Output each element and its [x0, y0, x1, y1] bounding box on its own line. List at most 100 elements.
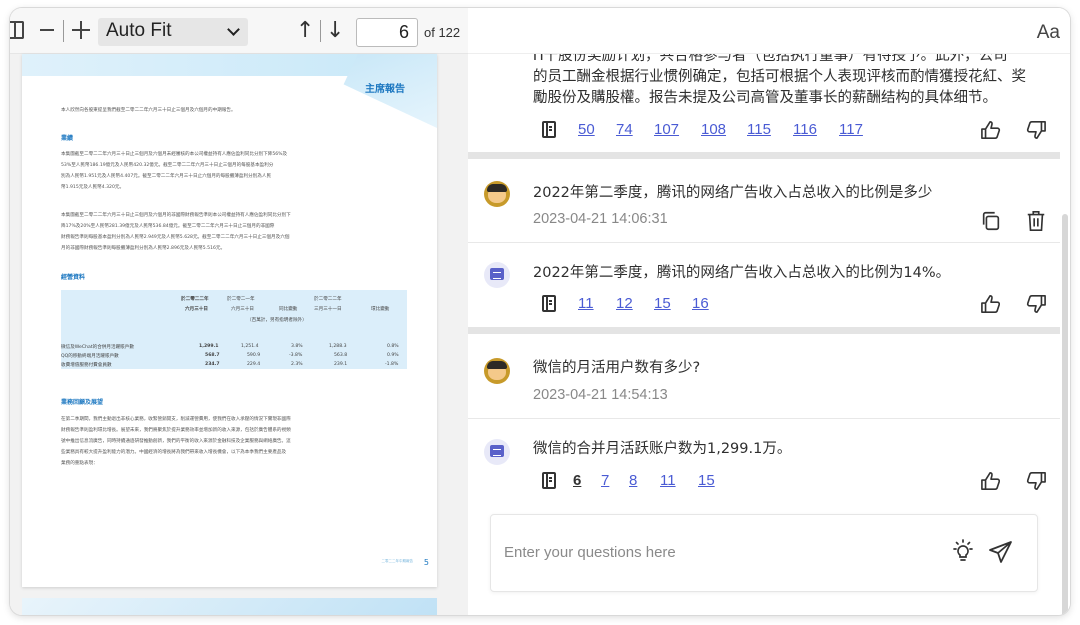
table-cell: 1,299.1 — [199, 344, 219, 349]
reference-links: 11 12 15 16 — [542, 295, 742, 315]
reference-link[interactable]: 12 — [616, 295, 633, 312]
message-timestamp: 2023-04-21 14:54:13 — [533, 387, 668, 403]
table-cell: 229.4 — [247, 362, 261, 367]
table-cell: 0.8% — [387, 344, 399, 349]
user-message: 2022年第二季度，腾讯的网络广告收入占总收入的比例是多少 2023-04-21… — [468, 159, 1060, 242]
reference-link[interactable]: 8 — [629, 472, 637, 489]
thumbs-up-icon[interactable] — [980, 471, 1002, 491]
pdf-next-page — [22, 598, 437, 615]
table-cell: 0.9% — [387, 353, 399, 358]
reference-link[interactable]: 50 — [578, 121, 595, 138]
font-size-toggle[interactable]: Aa — [1037, 22, 1060, 44]
message-text: 2022年第二季度，腾讯的网络广告收入占总收入的比例为14%。 — [533, 265, 951, 281]
thumbs-down-icon[interactable] — [1025, 471, 1047, 491]
message-divider — [468, 327, 1060, 334]
pdf-paragraph-line: 別為人民幣1.951元及人民幣4.407元。截至二零二二年六月三十日止六個月的每… — [61, 174, 272, 179]
reference-link[interactable]: 16 — [692, 295, 709, 312]
zoom-select[interactable]: Auto Fit — [98, 18, 248, 46]
pdf-table: 於二零二二年 於二零二一年 於二零二二年 六月三十日 六月三十日 同比變動 三月… — [61, 290, 407, 369]
reference-link-active[interactable]: 6 — [573, 472, 581, 489]
thumbs-down-icon[interactable] — [1025, 294, 1047, 314]
pdf-page: 主席報告 本人欣然向各股東提呈我們截至二零二二年六月三十日止三個月及六個月的中期… — [22, 54, 437, 587]
pdf-paragraph-line: 幣1.915元及人民幣4.320元。 — [61, 185, 125, 190]
reference-link[interactable]: 107 — [654, 121, 679, 138]
trash-icon[interactable] — [1025, 210, 1047, 232]
chat-panel: Aa Ո十股份奖励计划，共合格参与者（包括执行董事）有待授予。此外，公司 的员工… — [468, 8, 1070, 615]
pdf-section-title: 業績 — [61, 135, 74, 142]
message-timestamp: 2023-04-21 14:06:31 — [533, 211, 668, 227]
pdf-paragraph-line: 些業務具有較大提升盈利能力的潛力。中國經濟的增長將為我們帶來收入增長機會，以下為… — [61, 450, 287, 455]
table-cell: 1,251.4 — [241, 344, 259, 349]
send-icon[interactable] — [988, 539, 1014, 565]
question-input[interactable]: Enter your questions here — [490, 514, 1038, 592]
table-header: 三月三十一日 — [314, 307, 342, 312]
reference-link[interactable]: 15 — [698, 472, 715, 489]
table-row: 收費增值服務付費會員數 234.7 229.4 2.3% 239.1 -1.8% — [61, 360, 407, 369]
message-text-line: Ո十股份奖励计划，共合格参与者（包括执行董事）有待授予。此外，公司 — [533, 54, 1008, 64]
sidebar-toggle-icon[interactable] — [10, 21, 24, 39]
user-avatar — [484, 358, 510, 384]
app-window: Auto Fit ↑ ↓ 6 of 122 主席報告 本人欣然向各股東提呈我們截… — [10, 8, 1070, 615]
reference-link[interactable]: 116 — [793, 121, 817, 138]
table-cell: -3.8% — [289, 353, 303, 358]
pdf-paragraph-line: 降17%及20%至人民幣281.39億元及人民幣536.84億元。截至二零二二年… — [61, 224, 275, 229]
table-header: 六月三十日 — [185, 307, 208, 312]
pdf-paragraph-line: 本集團截至二零二二年六月三十日止三個月及六個月未經審核的本公司權益持有人應佔盈利… — [61, 152, 288, 157]
copy-icon[interactable] — [980, 210, 1002, 232]
table-cell: 234.7 — [205, 362, 220, 367]
zoom-out-button[interactable] — [40, 29, 54, 31]
lightbulb-icon[interactable] — [951, 539, 975, 565]
pdf-page-heading: 主席報告 — [365, 84, 405, 95]
chevron-down-icon — [227, 23, 240, 36]
table-cell: 590.9 — [247, 353, 261, 358]
thumbs-up-icon[interactable] — [980, 120, 1002, 140]
table-cell: 收費增值服務付費會員數 — [61, 363, 112, 368]
pdf-table-header: 於二零二二年 於二零二一年 於二零二二年 六月三十日 六月三十日 同比變動 三月… — [61, 290, 407, 342]
pdf-footer-text: 二零二二年中期報告 — [381, 559, 414, 563]
thumbs-down-icon[interactable] — [1025, 120, 1047, 140]
pdf-section-title: 經營資料 — [61, 274, 86, 281]
chat-messages[interactable]: Ո十股份奖励计划，共合格参与者（包括执行董事）有待授予。此外，公司 的员工酬金根… — [468, 54, 1070, 615]
table-cell: 2.3% — [291, 362, 303, 367]
reference-link[interactable]: 108 — [701, 121, 726, 138]
bot-message: 微信的合并月活跃账户数为1,299.1万。 6 7 8 11 15 — [468, 419, 1060, 505]
bot-message: Ո十股份奖励计划，共合格参与者（包括执行董事）有待授予。此外，公司 的员工酬金根… — [468, 54, 1060, 152]
reference-links: 50 74 107 108 115 116 117 — [542, 121, 863, 141]
next-page-button[interactable]: ↓ — [326, 18, 344, 43]
table-unit: （百萬計，另有指明者除外） — [247, 318, 307, 323]
toolbar-divider — [320, 20, 321, 42]
table-cell: 563.8 — [334, 353, 348, 358]
reference-link[interactable]: 74 — [616, 121, 633, 138]
reference-link[interactable]: 115 — [747, 121, 771, 138]
pdf-viewer: Auto Fit ↑ ↓ 6 of 122 主席報告 本人欣然向各股東提呈我們截… — [10, 8, 468, 615]
pdf-section-title: 業務回顧及展望 — [61, 399, 104, 406]
user-message: 微信的月活用户数有多少? 2023-04-21 14:54:13 — [468, 334, 1060, 418]
thumbs-up-icon[interactable] — [980, 294, 1002, 314]
previous-page-button[interactable]: ↑ — [296, 18, 314, 43]
chat-scrollbar[interactable] — [1062, 214, 1068, 615]
table-row: 微信及WeChat的合併月活躍賬戶數 1,299.1 1,251.4 3.8% … — [61, 342, 407, 351]
bot-message: 2022年第二季度，腾讯的网络广告收入占总收入的比例为14%。 11 12 15… — [468, 243, 1060, 327]
pdf-paragraph-line: 財務報告準則盈利環比增長。展望未來，我們將聚焦於提升業務效率並增加新的收入來源，… — [61, 428, 291, 433]
page-total-label: of 122 — [424, 25, 461, 40]
zoom-select-value: Auto Fit — [106, 20, 172, 41]
book-icon — [542, 472, 556, 489]
reference-link[interactable]: 11 — [578, 295, 594, 312]
book-icon — [542, 121, 556, 138]
pdf-paragraph-line: 財務報告準則每股基本盈利分別為人民幣2.949元及人民幣5.628元。截至二零二… — [61, 235, 290, 240]
reference-link[interactable]: 15 — [654, 295, 671, 312]
pdf-paragraph-line: 月的非國際財務報告準則每股攤薄盈利分別為人民幣2.896元及人民幣5.516元。 — [61, 246, 226, 251]
table-header: 於二零二二年 — [181, 297, 209, 302]
reference-link[interactable]: 117 — [839, 121, 863, 138]
zoom-in-button[interactable] — [71, 20, 91, 40]
table-cell: -1.8% — [385, 362, 399, 367]
table-cell: 3.8% — [291, 344, 303, 349]
pdf-paragraph-line: 在第二季期間，我們主動退出非核心業務，收緊營銷開支，削減運營費用，使我們在收入承… — [61, 417, 291, 422]
page-number-input[interactable]: 6 — [356, 18, 418, 47]
message-text: 2022年第二季度，腾讯的网络广告收入占总收入的比例是多少 — [533, 185, 933, 201]
table-cell: 微信及WeChat的合併月活躍賬戶數 — [61, 345, 134, 350]
pdf-page-number: 5 — [423, 558, 429, 567]
message-text-line: 勵股份及購股權。报告未提及公司高管及董事长的薪酬结构的具体细节。 — [533, 90, 997, 106]
reference-link[interactable]: 11 — [660, 472, 676, 489]
reference-link[interactable]: 7 — [601, 472, 609, 489]
